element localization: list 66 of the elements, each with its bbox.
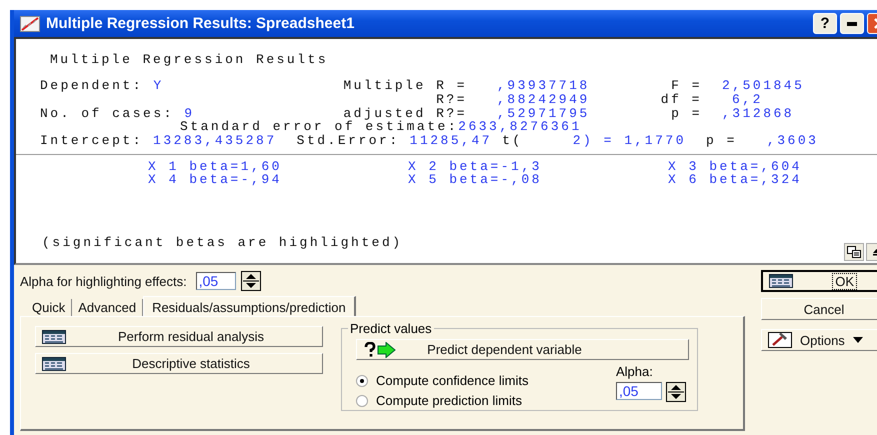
stat-value: 2633,8276361	[458, 119, 582, 134]
stat-label: Multiple R =	[343, 79, 467, 92]
stat-value: 6,2	[731, 93, 764, 106]
action-button[interactable]: Perform residual analysis	[35, 326, 323, 347]
alpha-field[interactable]: ,05	[616, 382, 662, 400]
minimize-button[interactable]	[840, 13, 864, 34]
stat-value: 2,501845	[721, 79, 806, 92]
chart-icon	[20, 16, 40, 32]
stat-label: R?=	[435, 93, 467, 106]
tab[interactable]: Residuals/assumptions/prediction	[143, 296, 356, 316]
question-arrow-icon	[363, 342, 397, 358]
copy-icon	[847, 246, 861, 258]
hammer-icon	[768, 332, 792, 348]
spin-button[interactable]	[240, 271, 261, 291]
stat-value: 2) = 1,1770	[572, 133, 686, 148]
help-button[interactable]: ?	[813, 13, 837, 34]
copy-button[interactable]	[844, 243, 864, 261]
spin-button[interactable]	[666, 382, 686, 402]
results-note: (significant betas are highlighted)	[42, 236, 403, 249]
beta-value: X 4 beta=-,94	[148, 173, 283, 186]
stat-label: df =	[660, 93, 702, 106]
stat-label: Std.Error:	[296, 133, 400, 148]
stat-value: 13283,435287	[153, 133, 277, 148]
alpha-field[interactable]: ,05	[196, 272, 236, 290]
minimize-icon	[847, 22, 857, 26]
stat-label: p =	[670, 107, 702, 120]
up-down-icon	[240, 271, 261, 291]
beta-value: X 6 beta=,324	[668, 173, 803, 186]
spreadsheet-icon	[42, 330, 66, 344]
cancel-button[interactable]: Cancel	[761, 298, 877, 320]
beta-value: X 3 beta=,604	[668, 160, 803, 173]
ok-button[interactable]: OK	[761, 270, 877, 292]
stat-value: ,88242949	[496, 93, 591, 106]
stat-value: ,93937718	[496, 79, 591, 92]
radio-option[interactable]: Compute confidence limits	[356, 373, 616, 388]
results-title: Multiple Regression Results	[50, 53, 330, 66]
spreadsheet-icon	[769, 274, 793, 288]
up-down-icon	[666, 382, 686, 402]
stat-value: 9	[184, 106, 195, 121]
alpha-label: Alpha:	[616, 364, 654, 379]
stat-value: Y	[153, 78, 164, 93]
spreadsheet-icon	[42, 356, 66, 370]
alpha-label: Alpha for highlighting effects:	[20, 274, 187, 288]
stat-value: ,3603	[766, 133, 818, 148]
stat-label: adjusted R?=	[343, 107, 467, 120]
action-button[interactable]: Descriptive statistics	[35, 353, 323, 374]
group-title: Predict values	[348, 321, 434, 336]
stat-label: Intercept:	[40, 133, 144, 148]
window-title: Multiple Regression Results: Spreadsheet1	[46, 15, 354, 32]
predict-button[interactable]: Predict dependent variable	[356, 339, 689, 360]
stat-label: p =	[706, 133, 737, 148]
options-button[interactable]: Options	[761, 329, 877, 351]
caret-icon	[852, 337, 863, 343]
stat-label: Dependent:	[40, 78, 144, 93]
stat-value: ,52971795	[496, 107, 591, 120]
radio-option[interactable]: Compute prediction limits	[356, 393, 616, 408]
beta-value: X 5 beta=-,08	[408, 173, 543, 186]
stat-label: Standard error of estimate:	[180, 119, 458, 134]
beta-value: X 1 beta=1,60	[148, 160, 283, 173]
tab[interactable]: Quick	[26, 299, 72, 316]
stat-value: ,312868	[721, 107, 796, 120]
stat-label: F =	[670, 79, 702, 92]
stat-value: 11285,47	[410, 133, 492, 148]
beta-value: X 2 beta=-1,3	[408, 160, 543, 173]
stat-label: No. of cases:	[40, 106, 174, 121]
stat-label: t(	[502, 133, 523, 148]
